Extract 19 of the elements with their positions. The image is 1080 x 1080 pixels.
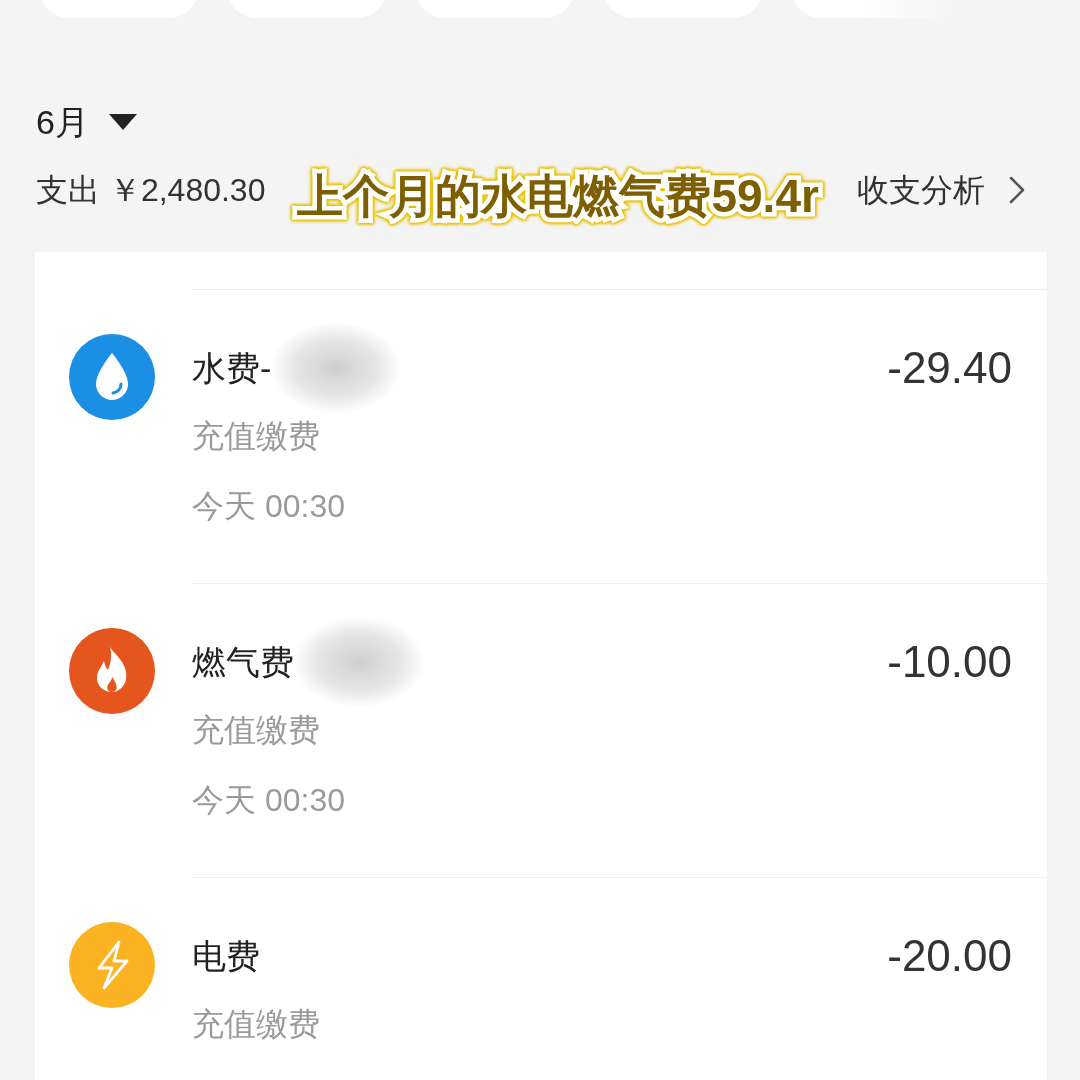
transaction-amount: -29.40	[887, 344, 1012, 392]
transaction-time: 今天 00:30	[192, 487, 345, 526]
transaction-time: 今天 00:30	[192, 781, 345, 820]
analysis-link[interactable]: 收支分析	[857, 168, 1025, 212]
transaction-title: 电费	[192, 936, 260, 977]
month-picker[interactable]: 6月	[36, 102, 137, 142]
water-drop-icon	[69, 334, 155, 420]
transaction-category: 充值缴费	[192, 1005, 320, 1044]
transaction-title: 燃气费	[192, 642, 294, 683]
transaction-amount: -10.00	[887, 638, 1012, 686]
caret-down-icon	[108, 114, 137, 130]
transaction-amount: -20.00	[887, 932, 1012, 980]
transaction-category: 充值缴费	[192, 417, 320, 456]
expense-total: 支出 ￥2,480.30	[36, 171, 266, 210]
transaction-title: 水费-	[192, 348, 272, 389]
lightning-icon	[69, 922, 155, 1008]
transaction-category: 充值缴费	[192, 711, 320, 750]
chevron-right-icon	[1009, 176, 1025, 204]
flame-icon	[69, 628, 155, 714]
